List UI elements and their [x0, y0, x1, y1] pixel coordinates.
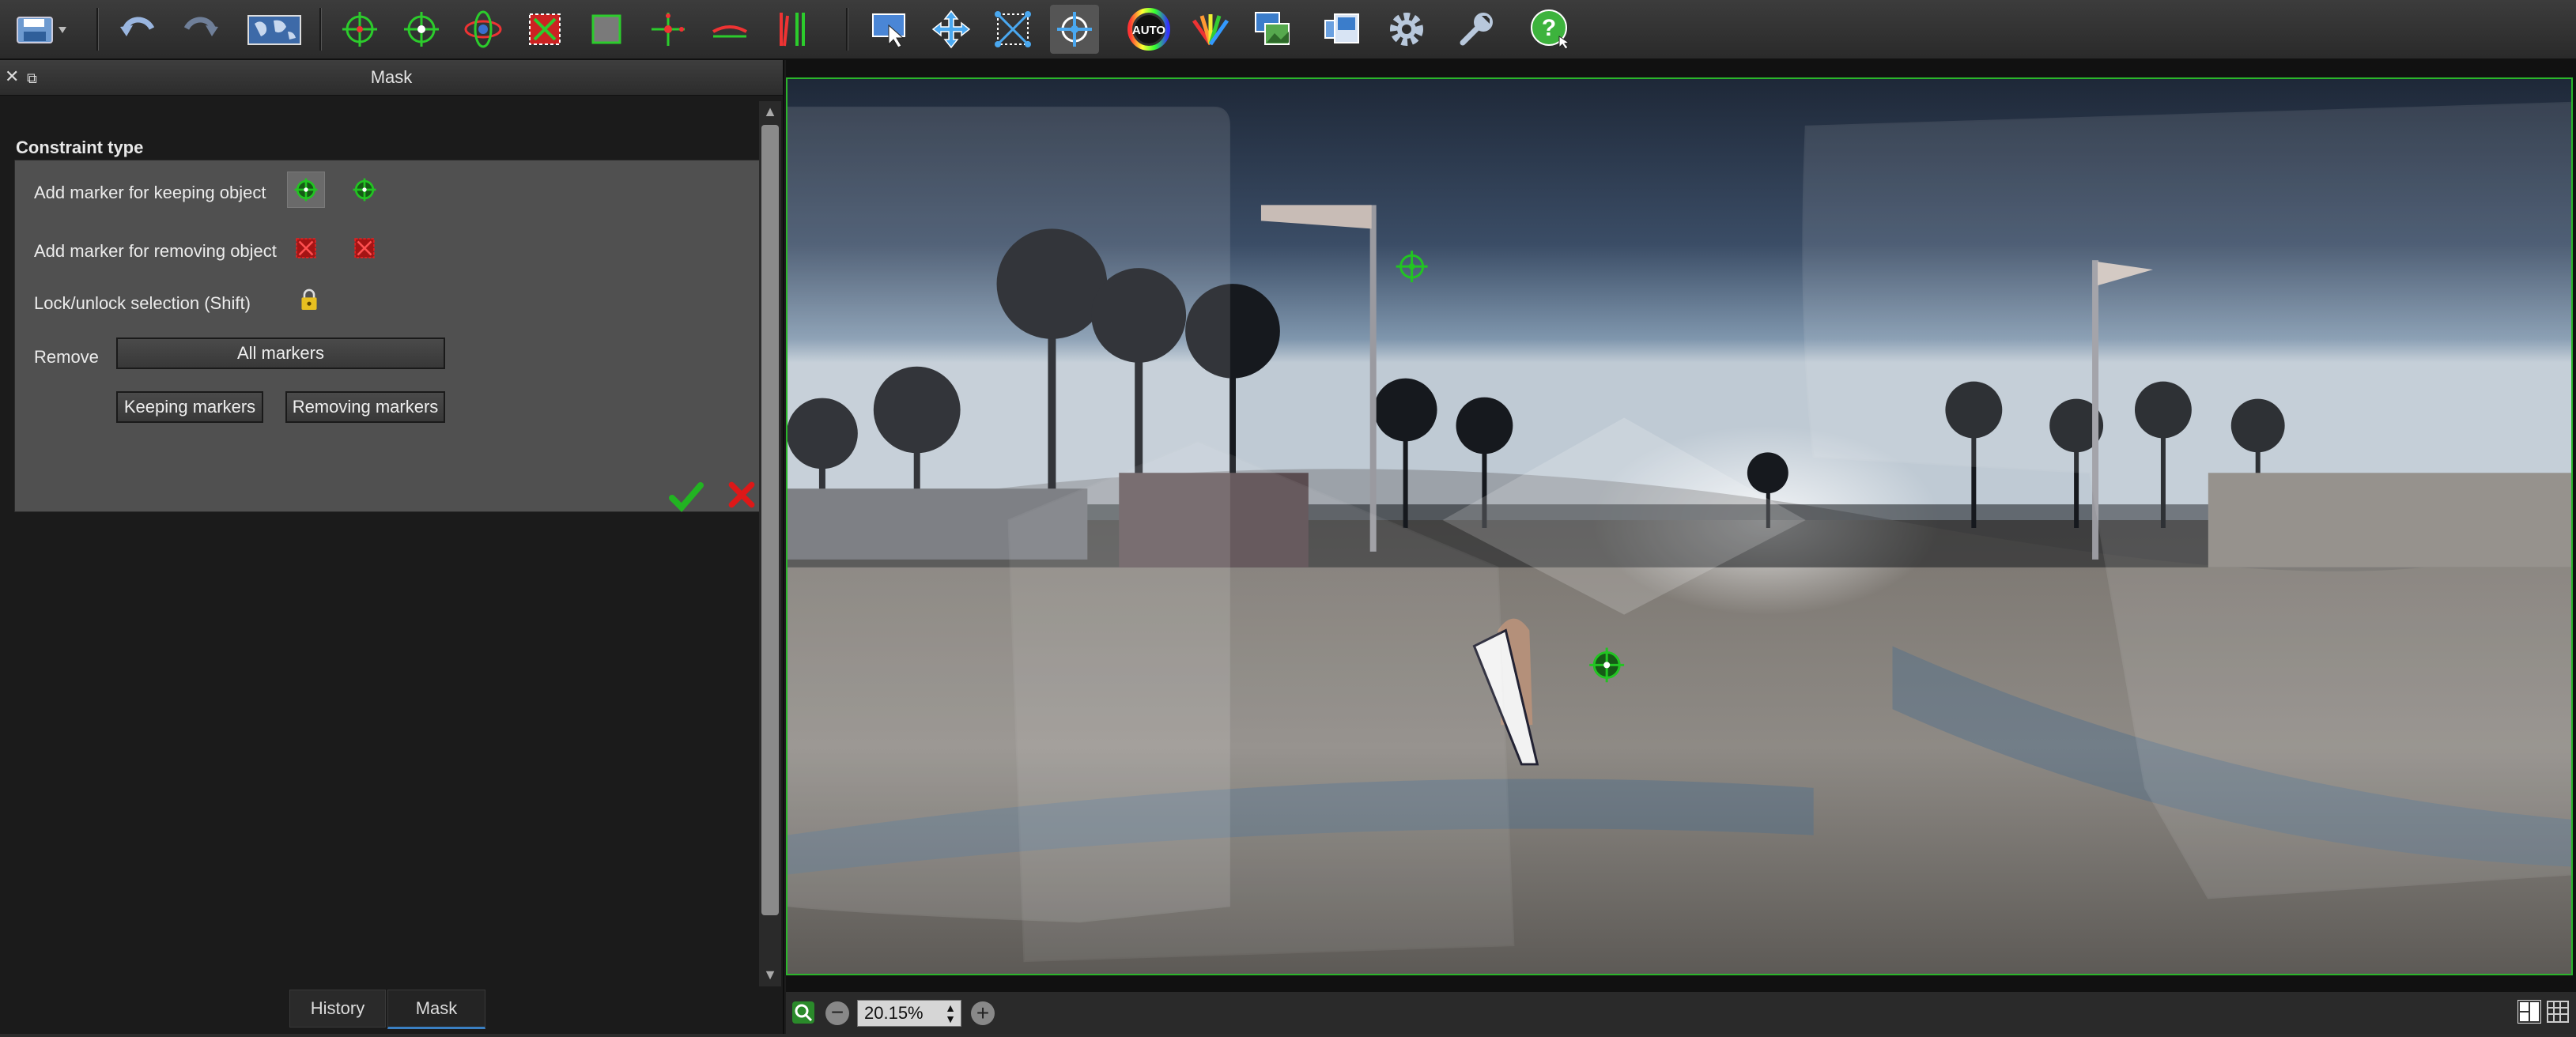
viewer-status-bar: − 20.15% ▲ ▼ + — [786, 991, 2576, 1035]
auto-color-icon: AUTO — [1127, 8, 1170, 51]
target-icon — [404, 12, 439, 47]
export-button[interactable] — [1317, 5, 1366, 54]
export-icon — [1324, 13, 1359, 43]
vertical-lines-icon — [780, 13, 805, 47]
move-button[interactable] — [927, 5, 976, 54]
orbit-icon — [464, 10, 502, 48]
keep-marker-button[interactable] — [346, 172, 383, 208]
constraint-type-group: Add marker for keeping object Add marker… — [14, 160, 761, 512]
color-fan-button[interactable] — [1186, 5, 1235, 54]
auto-color-button[interactable]: AUTO — [1124, 5, 1173, 54]
horizon-icon — [712, 25, 747, 38]
zoom-out-icon[interactable]: − — [825, 1001, 849, 1025]
panel-title: Mask — [370, 67, 413, 87]
settings-gear-icon — [1390, 13, 1423, 46]
remove-keeping-markers-button[interactable]: Keeping markers — [116, 391, 263, 423]
target-mode-button[interactable] — [1050, 5, 1099, 54]
mask-panel: ✕ ⧉ Mask Constraint type Add marker for … — [0, 60, 784, 1034]
crop-corners-button[interactable] — [520, 5, 569, 54]
cross-add-icon — [652, 13, 685, 46]
move-arrows-icon — [931, 9, 971, 49]
wrench-icon — [1460, 13, 1493, 46]
grid-points-icon — [995, 11, 1031, 47]
window-bottom-edge — [0, 1034, 2576, 1037]
panel-scrollbar[interactable]: ▲ ▼ — [759, 101, 781, 986]
cross-add-button[interactable] — [644, 5, 693, 54]
image-stack-icon — [1255, 12, 1290, 45]
lock-selection-label: Lock/unlock selection (Shift) — [34, 293, 251, 313]
save-menu-button[interactable] — [6, 5, 82, 54]
panel-titlebar: ✕ ⧉ Mask — [0, 60, 783, 96]
lock-icon — [301, 288, 317, 310]
select-box-icon — [591, 14, 621, 44]
scroll-down-icon[interactable]: ▼ — [761, 966, 779, 983]
checkmark-icon — [669, 482, 704, 512]
keep-marker-label: Add marker for keeping object — [34, 183, 266, 202]
remove-marker-button-alt[interactable] — [346, 230, 383, 266]
zoom-in-icon[interactable]: + — [971, 1001, 995, 1025]
remove-marker-label: Add marker for removing object — [34, 241, 277, 261]
remove-all-markers-button[interactable]: All markers — [116, 337, 445, 369]
select-cursor-button[interactable] — [865, 5, 914, 54]
zoom-stepper-icon[interactable]: ▲ ▼ — [945, 1002, 956, 1024]
lock-toggle-button[interactable] — [295, 284, 323, 315]
help-button[interactable]: ? — [1526, 5, 1575, 54]
undo-button[interactable] — [114, 5, 163, 54]
orbit-button[interactable] — [459, 5, 508, 54]
zoom-level-value: 20.15% — [864, 1003, 924, 1023]
image-stack-button[interactable] — [1248, 5, 1297, 54]
save-menu-icon — [17, 17, 66, 43]
scroll-up-icon[interactable]: ▲ — [761, 103, 779, 120]
remove-row-label: Remove — [34, 347, 99, 367]
undo-icon — [120, 17, 155, 36]
target-mode-icon — [1057, 12, 1092, 47]
close-x-icon — [728, 481, 755, 508]
settings-button[interactable] — [1382, 5, 1431, 54]
target-add-icon — [342, 12, 377, 47]
layout-split-icon[interactable] — [2517, 1000, 2541, 1024]
zoom-level-field[interactable]: 20.15% ▲ ▼ — [857, 1000, 961, 1027]
svg-text:AUTO: AUTO — [1132, 24, 1166, 37]
keep-marker-button-selected[interactable] — [287, 172, 325, 208]
redo-button[interactable] — [176, 5, 225, 54]
vertical-lines-button[interactable] — [767, 5, 816, 54]
svg-text:?: ? — [1542, 15, 1556, 41]
select-box-button[interactable] — [582, 5, 631, 54]
world-map-button[interactable] — [245, 5, 304, 54]
tab-history[interactable]: History — [289, 990, 386, 1028]
constraint-type-heading: Constraint type — [16, 138, 144, 157]
grid-points-button[interactable] — [988, 5, 1037, 54]
tools-button[interactable] — [1452, 5, 1501, 54]
remove-target-icon — [354, 238, 375, 258]
keep-target-icon — [353, 178, 376, 202]
keep-target-icon — [294, 178, 318, 202]
panorama-viewer — [786, 60, 2576, 991]
panorama-canvas[interactable] — [786, 77, 2573, 975]
apply-mask-button[interactable] — [669, 479, 704, 514]
scrollbar-thumb[interactable] — [761, 125, 779, 915]
panorama-image — [788, 79, 2571, 974]
main-toolbar: AUTO ? — [0, 0, 2576, 60]
add-control-point-button[interactable] — [335, 5, 384, 54]
help-icon: ? — [1531, 9, 1570, 50]
remove-removing-markers-button[interactable]: Removing markers — [285, 391, 445, 423]
crop-corners-icon — [529, 13, 561, 45]
grid-view-icon[interactable] — [2546, 1000, 2570, 1024]
tab-mask[interactable]: Mask — [387, 990, 485, 1029]
color-fan-icon — [1192, 14, 1229, 46]
redo-icon — [183, 17, 218, 36]
world-map-icon — [247, 15, 301, 45]
remove-target-icon — [296, 238, 316, 258]
cancel-mask-button[interactable] — [726, 479, 761, 514]
horizon-button[interactable] — [705, 5, 754, 54]
select-cursor-icon — [872, 13, 905, 48]
zoom-fit-icon[interactable] — [792, 1001, 814, 1024]
remove-marker-button[interactable] — [287, 230, 325, 266]
control-point-button[interactable] — [397, 5, 446, 54]
